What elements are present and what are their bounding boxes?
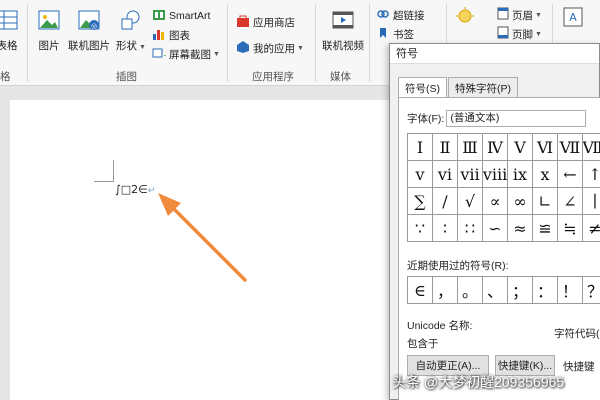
symbol-cell[interactable]: ↑ xyxy=(583,161,600,188)
shortcut-key-label: 快捷键 xyxy=(563,361,595,373)
recent-symbol-cell[interactable]: ， xyxy=(433,277,458,304)
tab-special-characters[interactable]: 特殊字符(P) xyxy=(448,77,518,97)
watermark: 头条 @大梦初醒209356965 xyxy=(392,374,565,390)
symbol-cell[interactable]: ∕ xyxy=(433,188,458,215)
symbol-cell[interactable]: ≒ xyxy=(558,215,583,242)
symbol-cell[interactable]: ∠ xyxy=(558,188,583,215)
symbol-cell[interactable]: √ xyxy=(458,188,483,215)
symbol-cell[interactable]: ∷ xyxy=(458,215,483,242)
symbol-cell[interactable]: Ⅴ xyxy=(508,134,533,161)
symbol-cell[interactable]: ∵ xyxy=(408,215,433,242)
symbol-cell[interactable]: ∣ xyxy=(583,188,600,215)
symbol-cell[interactable]: Ⅲ xyxy=(458,134,483,161)
recent-symbols-grid: ∈，。、；：！？ xyxy=(407,276,600,304)
recent-symbol-cell[interactable]: ： xyxy=(533,277,558,304)
symbol-cell[interactable]: ⅹ xyxy=(533,161,558,188)
symbols-panel: 字体(F): (普通文本) ⅠⅡⅢⅣⅤⅥⅦⅧⅴⅵⅶⅷⅸⅹ←↑ ∑∕√∝∞∟∠∣ ∵∶… xyxy=(398,97,600,400)
dialog-tabs: 符号(S) 特殊字符(P) xyxy=(398,77,519,98)
symbol-cell[interactable]: ∞ xyxy=(508,188,533,215)
symbol-cell[interactable]: ⅶ xyxy=(458,161,483,188)
symbol-cell[interactable]: Ⅳ xyxy=(483,134,508,161)
symbol-cell[interactable]: ∽ xyxy=(483,215,508,242)
font-select[interactable]: (普通文本) xyxy=(446,110,587,127)
symbol-cell[interactable]: ∝ xyxy=(483,188,508,215)
symbol-cell[interactable]: ≌ xyxy=(533,215,558,242)
character-code-label: 字符代码( xyxy=(554,328,600,340)
recent-symbols-label: 近期使用过的符号(R): xyxy=(407,260,509,272)
recent-symbol-cell[interactable]: ； xyxy=(508,277,533,304)
dialog-title: 符号 xyxy=(390,44,599,64)
font-row: 字体(F): (普通文本) xyxy=(407,110,587,127)
recent-symbol-cell[interactable]: 。 xyxy=(458,277,483,304)
symbol-cell[interactable]: ⅸ xyxy=(508,161,533,188)
symbol-cell[interactable]: ⅴ xyxy=(408,161,433,188)
symbol-cell[interactable]: Ⅵ xyxy=(533,134,558,161)
symbol-cell[interactable]: ∑ xyxy=(408,188,433,215)
symbol-cell[interactable]: Ⅱ xyxy=(433,134,458,161)
unicode-name-value: 包含于 xyxy=(407,338,439,350)
symbol-cell[interactable]: ⅵ xyxy=(433,161,458,188)
symbol-cell[interactable]: Ⅶ xyxy=(558,134,583,161)
font-label: 字体(F): xyxy=(407,113,445,125)
symbol-cell[interactable]: ∶ xyxy=(433,215,458,242)
symbol-dialog: 符号 符号(S) 特殊字符(P) 字体(F): (普通文本) ⅠⅡⅢⅣⅤⅥⅦⅧⅴ… xyxy=(389,43,600,400)
symbol-cell[interactable]: ⅷ xyxy=(483,161,508,188)
symbol-cell[interactable]: ≠ xyxy=(583,215,600,242)
recent-symbol-cell[interactable]: ∈ xyxy=(408,277,433,304)
symbol-cell[interactable]: ∟ xyxy=(533,188,558,215)
recent-symbol-cell[interactable]: 、 xyxy=(483,277,508,304)
symbol-cell[interactable]: Ⅷ xyxy=(583,134,600,161)
tab-symbols[interactable]: 符号(S) xyxy=(398,77,447,98)
symbol-grid: ⅠⅡⅢⅣⅤⅥⅦⅧⅴⅵⅶⅷⅸⅹ←↑ ∑∕√∝∞∟∠∣ ∵∶∷∽≈≌≒≠ xyxy=(407,133,600,242)
symbol-cell[interactable]: Ⅰ xyxy=(408,134,433,161)
unicode-name-label: Unicode 名称: xyxy=(407,320,473,332)
recent-symbol-cell[interactable]: ！ xyxy=(558,277,583,304)
recent-symbol-cell[interactable]: ？ xyxy=(583,277,600,304)
symbol-cell[interactable]: ≈ xyxy=(508,215,533,242)
symbol-cell[interactable]: ← xyxy=(558,161,583,188)
